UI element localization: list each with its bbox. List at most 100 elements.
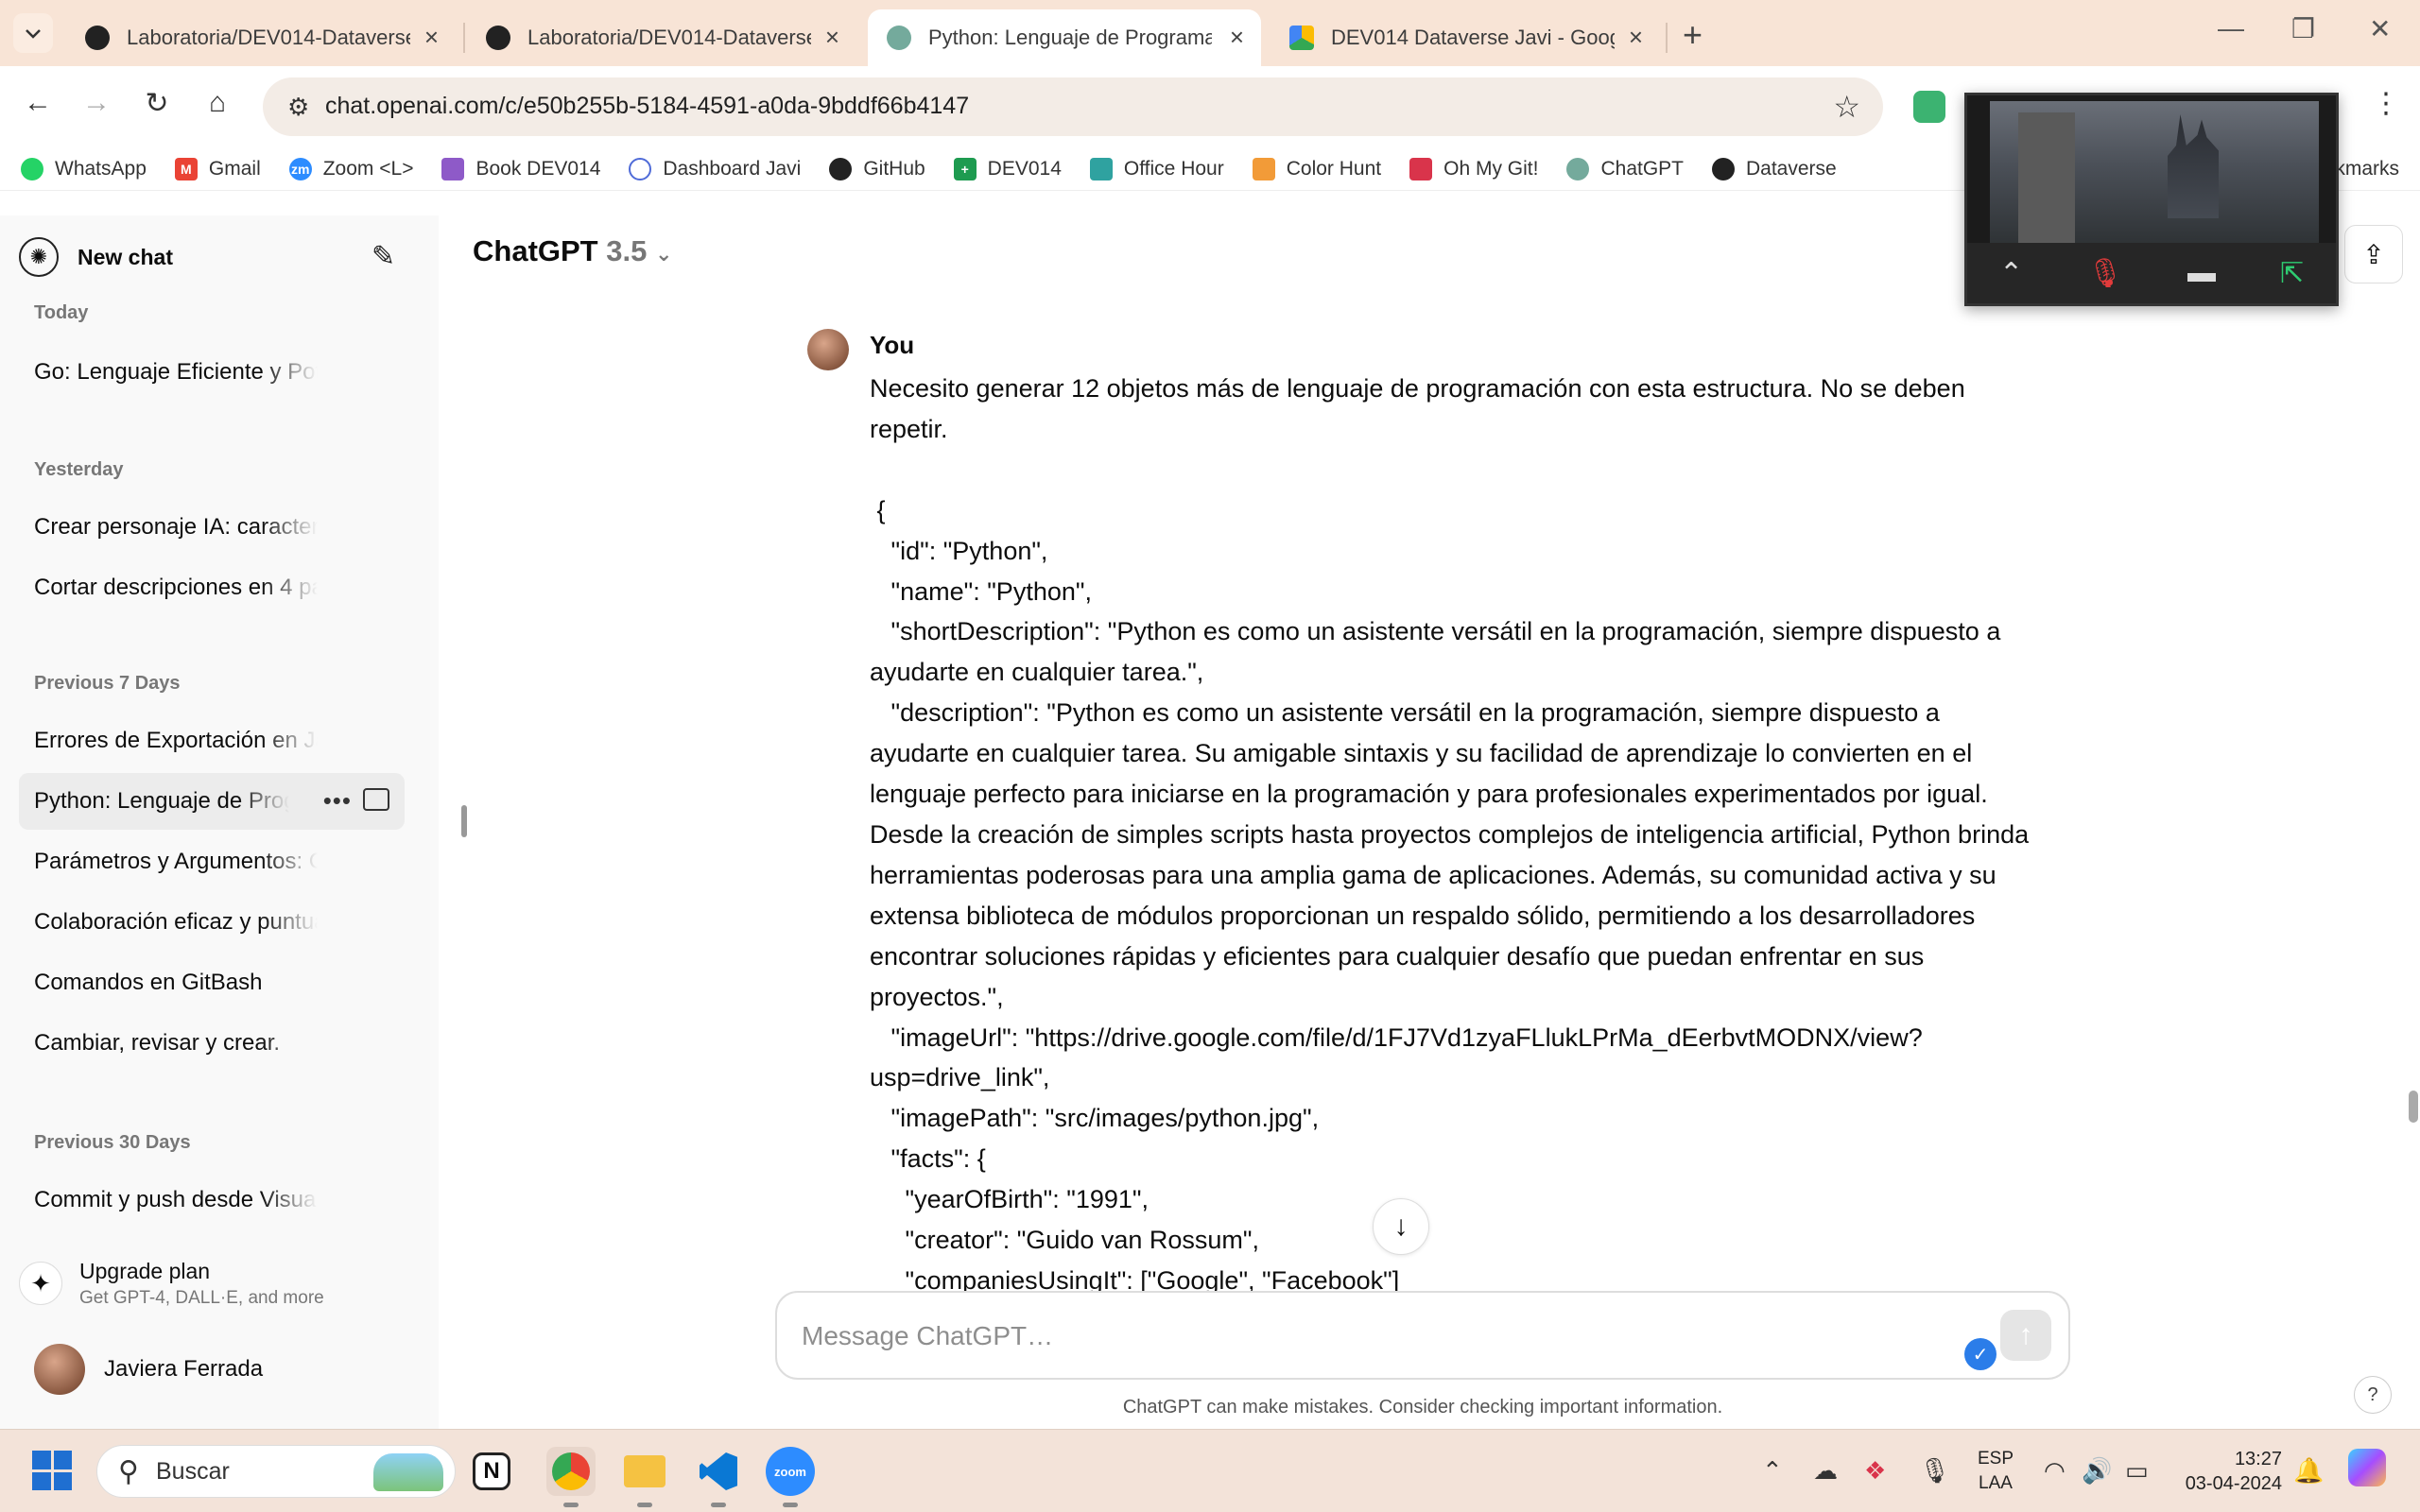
chrome-icon[interactable] <box>546 1447 596 1507</box>
chat-item[interactable]: Cortar descripciones en 4 palabras <box>19 559 405 616</box>
restore-button[interactable]: ❐ <box>2291 13 2315 44</box>
browser-tab-2[interactable]: Laboratoria/DEV014-Dataverse × <box>467 9 856 66</box>
close-tab-icon[interactable]: × <box>424 25 439 49</box>
microphone-icon[interactable]: 🎙 <box>1919 1456 1950 1486</box>
bookmark-gmail[interactable]: M Gmail <box>174 157 261 180</box>
close-window-button[interactable]: ✕ <box>2369 13 2391 44</box>
zoom-icon: zm <box>288 157 312 180</box>
send-button[interactable]: ↑ <box>2000 1310 2051 1361</box>
page-scrollbar[interactable] <box>2409 1091 2418 1123</box>
windows-taskbar: ⚲ Buscar N zoom ⌃ ☁ ❖ 🎙 ESP LAA ◠ 🔊 ▭ 13… <box>0 1429 2420 1512</box>
bookmark-dataverse[interactable]: Dataverse <box>1712 157 1837 180</box>
upgrade-plan-button[interactable]: ✦ Upgrade plan Get GPT-4, DALL·E, and mo… <box>19 1246 408 1321</box>
chat-item[interactable]: Commit y push desde Visual Studio <box>19 1172 405 1228</box>
color-hunt-icon <box>1252 157 1275 180</box>
message-input[interactable] <box>802 1315 1936 1357</box>
reload-button[interactable]: ↻ <box>138 87 176 120</box>
address-bar[interactable]: ⚙ chat.openai.com/c/e50b255b-5184-4591-a… <box>263 77 1883 136</box>
share-button[interactable]: ⇪ <box>2344 225 2403 284</box>
bookmark-dashboard[interactable]: Dashboard Javi <box>629 157 801 180</box>
new-chat-button[interactable]: ✺ New chat ✎ <box>19 231 408 284</box>
bookmark-dev014[interactable]: + DEV014 <box>953 157 1062 180</box>
bookmark-book[interactable]: Book DEV014 <box>441 157 600 180</box>
chat-item[interactable]: Parámetros y Argumentos: Conceptos <box>19 833 405 890</box>
chat-item-active[interactable]: Python: Lenguaje de Programación ••• <box>19 773 405 830</box>
archive-icon[interactable] <box>363 788 389 811</box>
site-info-icon[interactable]: ⚙ <box>287 93 309 122</box>
zoom-icon[interactable]: zoom <box>766 1447 815 1507</box>
browser-menu-button[interactable]: ⋮ <box>2367 87 2405 120</box>
show-hidden-icons-button[interactable]: ⌃ <box>1762 1456 1783 1486</box>
bookmark-office-hour[interactable]: Office Hour <box>1089 157 1224 180</box>
browser-tab-1[interactable]: Laboratoria/DEV014-Dataverse × <box>66 9 456 66</box>
book-icon <box>441 157 465 180</box>
bookmark-label: Color Hunt <box>1286 157 1382 180</box>
disclaimer-text: ChatGPT can make mistakes. Consider chec… <box>1122 1397 1723 1418</box>
bookmark-github[interactable]: GitHub <box>829 157 925 180</box>
mic-muted-icon[interactable]: 🎙 <box>2087 257 2123 290</box>
zoom-controls: ⌃ 🎙 ▬ ⇱ <box>1967 243 2336 303</box>
close-tab-icon[interactable]: × <box>825 25 839 49</box>
bookmark-whatsapp[interactable]: WhatsApp <box>21 157 147 180</box>
chat-item[interactable]: Cambiar, revisar y crear. <box>19 1015 405 1072</box>
compose-icon[interactable]: ✎ <box>372 240 395 273</box>
user-message: You Necesito generar 12 objetos más de l… <box>807 321 2046 1293</box>
wifi-icon[interactable]: ◠ <box>2044 1456 2066 1486</box>
more-options-icon[interactable]: ••• <box>323 786 352 816</box>
close-tab-icon[interactable]: × <box>1230 25 1244 49</box>
chat-item[interactable]: Crear personaje IA: características <box>19 499 405 556</box>
github-icon <box>829 157 853 180</box>
message-composer: ✓ ↑ <box>775 1291 2070 1380</box>
minimize-button[interactable]: — <box>2218 13 2244 43</box>
zoom-floating-window[interactable]: ⌃ 🎙 ▬ ⇱ <box>1964 93 2339 306</box>
input-language-indicator[interactable]: ESP LAA <box>1978 1447 2014 1496</box>
browser-tab-4[interactable]: DEV014 Dataverse Javi - Google × <box>1270 9 1660 66</box>
bookmark-chatgpt[interactable]: ChatGPT <box>1566 157 1684 180</box>
all-bookmarks-link[interactable]: kmarks <box>2335 158 2399 180</box>
copilot-icon[interactable] <box>2348 1449 2386 1486</box>
chat-title: Go: Lenguaje Eficiente y Potente <box>34 359 318 385</box>
back-button[interactable]: ← <box>19 87 57 119</box>
dropbox-icon[interactable]: ❖ <box>1864 1456 1886 1486</box>
notion-icon[interactable]: N <box>473 1452 510 1490</box>
url-text[interactable]: chat.openai.com/c/e50b255b-5184-4591-a0d… <box>325 93 969 120</box>
taskbar-search[interactable]: ⚲ Buscar <box>96 1445 456 1498</box>
notification-bell-icon[interactable]: 🔔 <box>2293 1456 2324 1486</box>
grammarly-icon[interactable]: ✓ <box>1964 1338 1996 1370</box>
chat-item[interactable]: Go: Lenguaje Eficiente y Potente <box>19 344 405 401</box>
chat-item[interactable]: Errores de Exportación en JavaScript <box>19 713 405 769</box>
chat-item[interactable]: Colaboración eficaz y puntual <box>19 894 405 951</box>
new-tab-button[interactable]: + <box>1683 15 1703 55</box>
github-icon <box>85 26 110 50</box>
scroll-to-bottom-button[interactable]: ↓ <box>1373 1198 1429 1255</box>
chevron-up-icon[interactable]: ⌃ <box>1999 257 2023 290</box>
chat-title: Cortar descripciones en 4 palabras <box>34 575 318 600</box>
windows-start-button[interactable] <box>32 1451 72 1490</box>
model-selector[interactable]: ChatGPT 3.5 ⌄ <box>473 234 672 268</box>
file-explorer-icon[interactable] <box>620 1447 669 1507</box>
close-tab-icon[interactable]: × <box>1629 25 1643 49</box>
shared-screen-preview <box>1990 101 2319 243</box>
forward-button[interactable]: → <box>78 87 115 119</box>
tab-search-button[interactable] <box>13 13 53 53</box>
home-button[interactable]: ⌂ <box>199 87 236 119</box>
volume-icon[interactable]: 🔊 <box>2082 1456 2112 1486</box>
extension-icon[interactable] <box>1913 91 1945 123</box>
browser-tab-active[interactable]: Python: Lenguaje de Programac × <box>868 9 1261 66</box>
bookmark-oh-my-git[interactable]: Oh My Git! <box>1409 157 1538 180</box>
bookmark-color-hunt[interactable]: Color Hunt <box>1252 157 1382 180</box>
help-button[interactable]: ? <box>2354 1376 2392 1414</box>
system-clock[interactable]: 13:27 03-04-2024 <box>2176 1447 2282 1496</box>
chat-item[interactable]: Comandos en GitBash <box>19 954 405 1011</box>
bookmark-zoom[interactable]: zm Zoom <L> <box>288 157 413 180</box>
chevron-down-icon: ⌄ <box>654 242 673 266</box>
onedrive-icon[interactable]: ☁ <box>1813 1456 1838 1486</box>
video-camera-icon[interactable]: ▬ <box>2187 257 2216 289</box>
sidebar-resize-handle[interactable] <box>461 805 467 837</box>
share-screen-icon[interactable]: ⇱ <box>2280 257 2304 290</box>
whatsapp-icon <box>21 157 43 180</box>
bookmark-star-icon[interactable]: ☆ <box>1833 89 1860 125</box>
vscode-icon[interactable] <box>694 1447 743 1507</box>
user-menu[interactable]: Javiera Ferrada <box>34 1344 263 1395</box>
battery-icon[interactable]: ▭ <box>2125 1456 2149 1486</box>
